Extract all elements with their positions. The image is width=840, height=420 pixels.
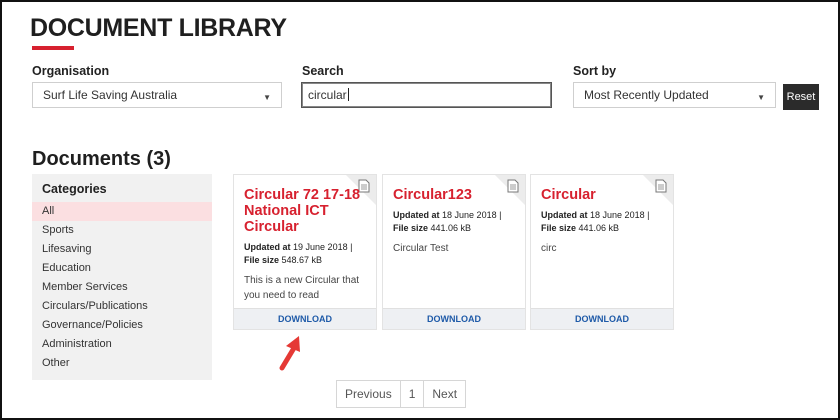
title-underline: [32, 46, 74, 50]
document-description: Circular Test: [393, 243, 449, 254]
document-description: circ: [541, 243, 557, 254]
pagination-previous[interactable]: Previous: [337, 381, 401, 407]
sort-label: Sort by: [573, 64, 617, 78]
document-card[interactable]: Circular Updated at 18 June 2018 | File …: [530, 174, 674, 330]
category-lifesaving[interactable]: Lifesaving: [32, 240, 212, 259]
chevron-down-icon: ▼: [263, 93, 271, 102]
search-input[interactable]: circular: [301, 82, 552, 108]
category-sports[interactable]: Sports: [32, 221, 212, 240]
document-title[interactable]: Circular: [541, 187, 661, 203]
sort-value: Most Recently Updated: [584, 88, 709, 102]
pagination: Previous 1 Next: [336, 380, 467, 408]
organisation-label: Organisation: [32, 64, 110, 78]
category-education[interactable]: Education: [32, 259, 212, 278]
download-button[interactable]: DOWNLOAD: [383, 308, 525, 329]
red-arrow-annotation: [279, 336, 300, 371]
document-title[interactable]: Circular 72 17-18 National ICT Circular: [244, 187, 364, 235]
documents-heading: Documents (3): [32, 148, 171, 170]
chevron-down-icon: ▼: [757, 93, 765, 102]
category-member-services[interactable]: Member Services: [32, 278, 212, 297]
download-button[interactable]: DOWNLOAD: [234, 308, 376, 329]
sort-select[interactable]: Most Recently Updated ▼: [573, 82, 776, 108]
document-meta: Updated at 19 June 2018 | File size 548.…: [244, 242, 353, 265]
organisation-value: Surf Life Saving Australia: [43, 88, 178, 102]
document-card[interactable]: Circular 72 17-18 National ICT Circular …: [233, 174, 377, 330]
document-description: This is a new Circular that you need to …: [244, 275, 360, 301]
category-administration[interactable]: Administration: [32, 335, 212, 354]
document-meta: Updated at 18 June 2018 | File size 441.…: [541, 210, 650, 233]
category-circulars-publications[interactable]: Circulars/Publications: [32, 297, 212, 316]
document-card[interactable]: Circular123 Updated at 18 June 2018 | Fi…: [382, 174, 526, 330]
document-title[interactable]: Circular123: [393, 187, 513, 203]
category-governance-policies[interactable]: Governance/Policies: [32, 316, 212, 335]
text-cursor: [347, 88, 349, 101]
category-all[interactable]: All: [32, 202, 212, 221]
pagination-next[interactable]: Next: [424, 381, 465, 407]
organisation-select[interactable]: Surf Life Saving Australia ▼: [32, 82, 282, 108]
page-title: DOCUMENT LIBRARY: [30, 14, 287, 42]
document-meta: Updated at 18 June 2018 | File size 441.…: [393, 210, 502, 233]
pagination-page-1[interactable]: 1: [401, 381, 425, 407]
reset-button[interactable]: Reset: [783, 84, 819, 110]
download-button[interactable]: DOWNLOAD: [531, 308, 673, 329]
categories-panel: Categories All Sports Lifesaving Educati…: [32, 174, 212, 380]
category-other[interactable]: Other: [32, 354, 212, 373]
categories-title: Categories: [42, 182, 107, 196]
search-label: Search: [302, 64, 344, 78]
search-value: circular: [308, 88, 347, 102]
